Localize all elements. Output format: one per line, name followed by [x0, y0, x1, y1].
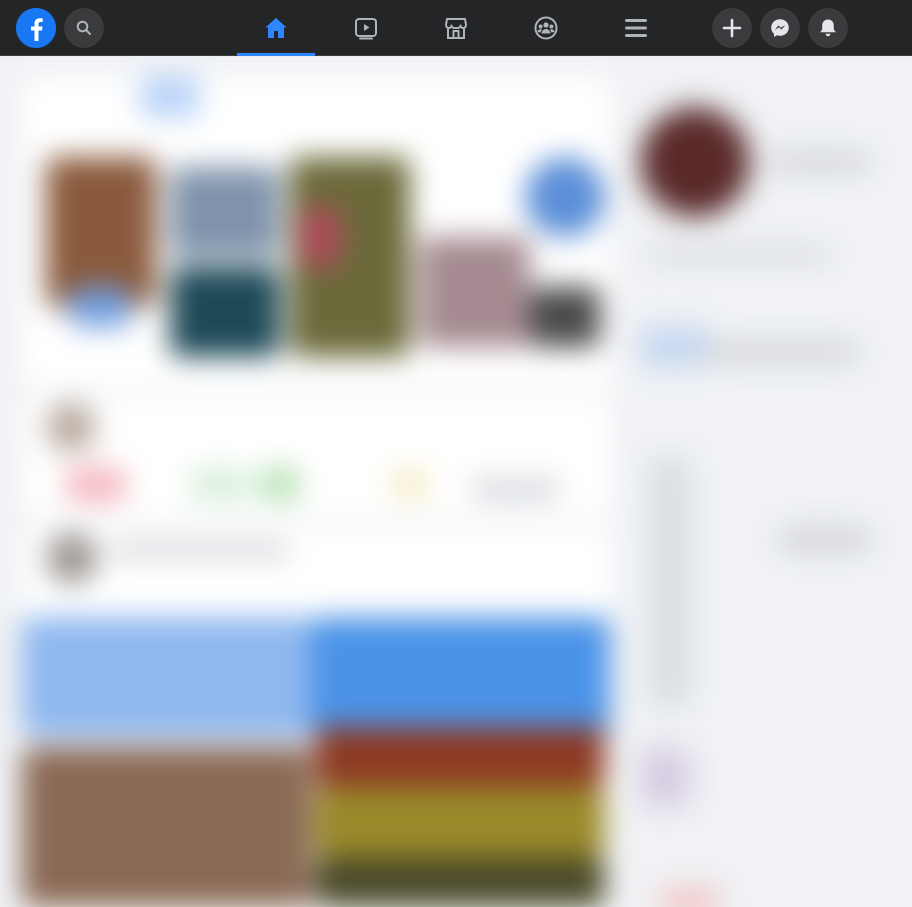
- sidebar-item: [640, 327, 710, 367]
- composer-action: [390, 467, 430, 502]
- search-button[interactable]: [64, 8, 104, 48]
- story-thumbnail: [300, 207, 340, 267]
- search-icon: [76, 20, 91, 35]
- story-thumbnail: [70, 287, 130, 327]
- avatar: [46, 402, 96, 452]
- groups-icon: [534, 16, 558, 40]
- story-thumbnail: [525, 157, 605, 237]
- facebook-logo-icon[interactable]: [16, 8, 56, 48]
- top-navigation-bar: [0, 0, 912, 56]
- avatar: [46, 532, 98, 584]
- home-icon: [265, 18, 287, 38]
- post-image: [310, 617, 610, 737]
- composer-action: [260, 467, 300, 502]
- story-thumbnail: [170, 167, 280, 257]
- story-thumbnail: [170, 267, 280, 357]
- bell-icon: [820, 19, 836, 37]
- post-image: [315, 857, 605, 907]
- feed-content-blurred: [0, 57, 912, 907]
- tab-home[interactable]: [237, 0, 315, 56]
- story-thumbnail: [46, 157, 156, 307]
- notifications-button[interactable]: [808, 8, 848, 48]
- messenger-button[interactable]: [760, 8, 800, 48]
- composer-action: [190, 467, 250, 502]
- sidebar-item: [660, 887, 720, 907]
- tab-menu[interactable]: [597, 0, 675, 56]
- menu-icon: [625, 19, 647, 37]
- composer-action: [470, 477, 560, 502]
- story-thumbnail: [420, 237, 530, 347]
- story-tab-highlight: [140, 77, 200, 117]
- post-image: [22, 747, 312, 907]
- composer-action: [66, 467, 126, 502]
- messenger-icon: [771, 19, 789, 37]
- post-header-text: [110, 542, 290, 558]
- story-thumbnail: [530, 287, 600, 347]
- video-icon: [355, 18, 377, 40]
- create-button[interactable]: [712, 8, 752, 48]
- sidebar-text: [770, 152, 870, 172]
- sidebar-list: [650, 457, 690, 707]
- tab-marketplace[interactable]: [417, 0, 495, 56]
- post-image: [22, 617, 312, 737]
- post-image: [315, 787, 605, 857]
- sidebar-text: [650, 247, 830, 263]
- sidebar-item: [640, 747, 690, 807]
- blurred-overlay: [0, 57, 912, 907]
- tab-watch[interactable]: [327, 0, 405, 56]
- sidebar-avatar: [640, 107, 750, 217]
- sidebar-text: [780, 527, 870, 552]
- sidebar-text: [700, 342, 860, 362]
- post-image: [315, 727, 605, 787]
- plus-icon: [722, 18, 742, 38]
- tab-groups[interactable]: [507, 0, 585, 56]
- store-icon: [445, 18, 467, 39]
